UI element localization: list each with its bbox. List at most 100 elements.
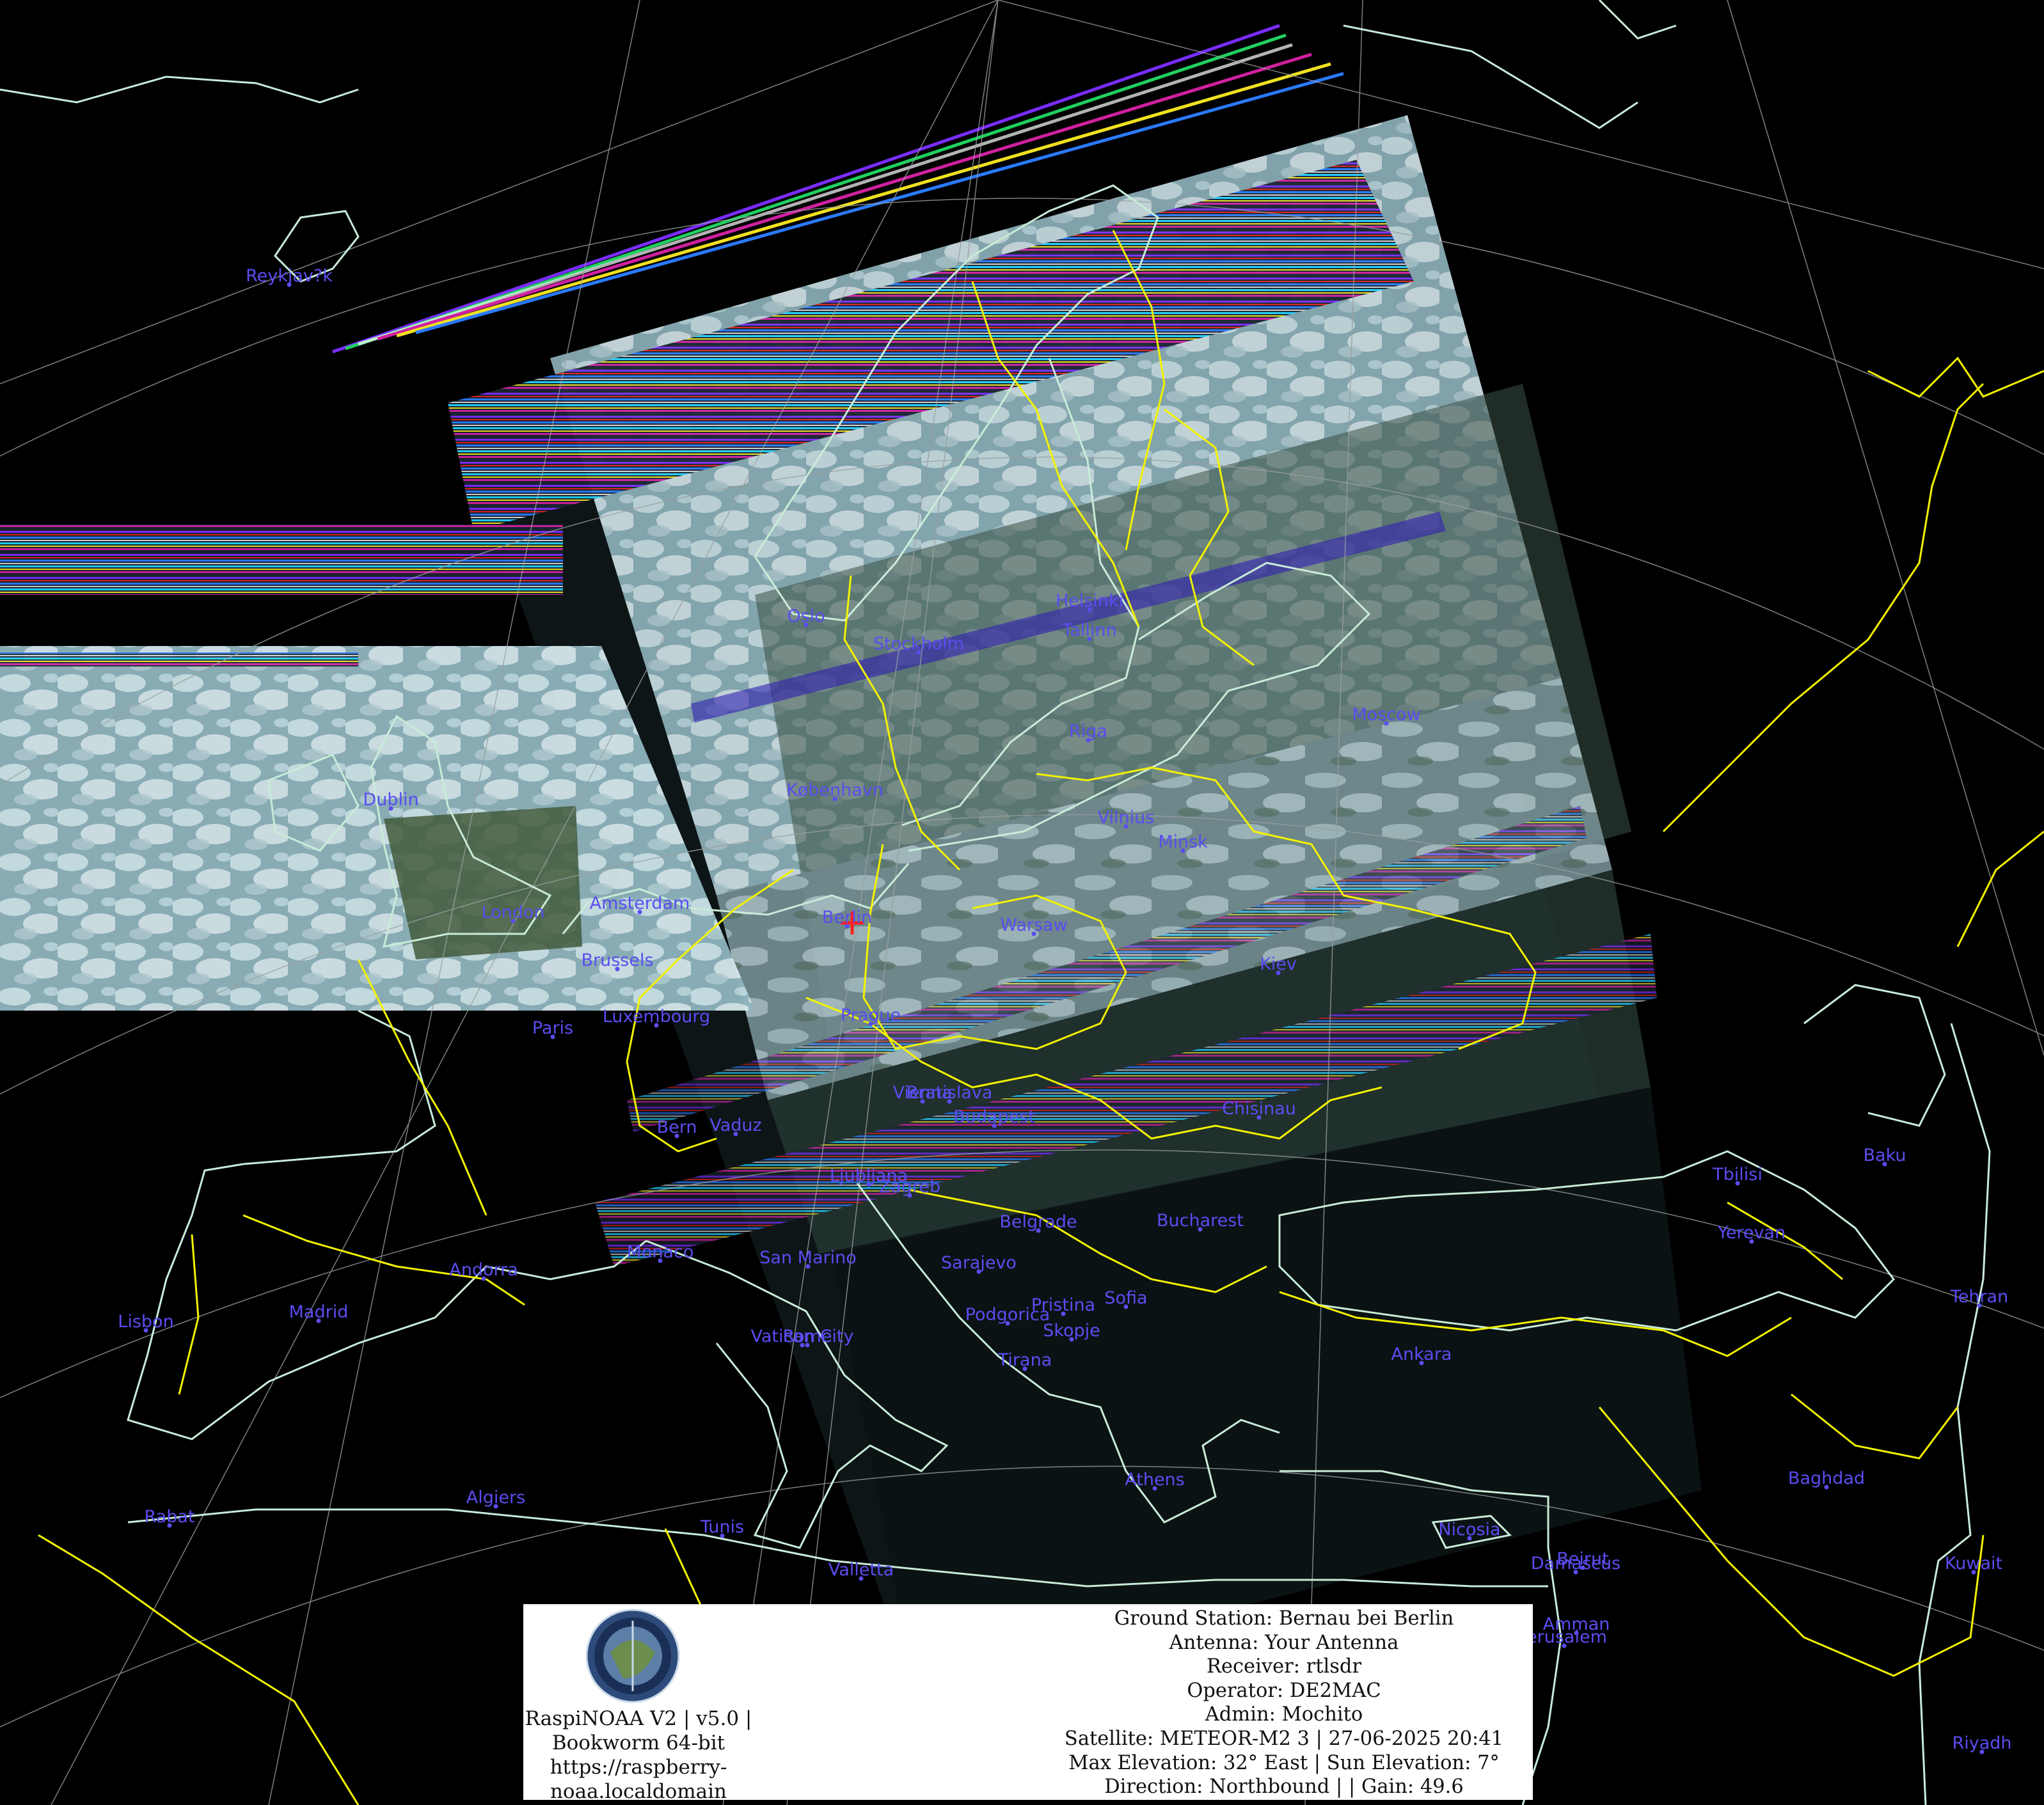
city-marker: Bucharest: [1157, 1211, 1244, 1232]
admin: Admin: Mochito: [1205, 1703, 1363, 1726]
city-marker: Berlin: [822, 908, 872, 929]
city-marker: Skopje: [1043, 1321, 1100, 1342]
city-label: Baghdad: [1788, 1469, 1865, 1488]
satellite-pass: Satellite: METEOR-M2 3 | 27-06-2025 20:4…: [1064, 1727, 1504, 1750]
city-label: Bern: [657, 1117, 697, 1137]
city-label: Chisinau: [1222, 1099, 1296, 1119]
city-label: Sarajevo: [941, 1253, 1017, 1273]
city-marker: Kuwait: [1945, 1554, 2002, 1575]
city-label: Skopje: [1043, 1321, 1100, 1341]
city-marker: Minsk: [1158, 832, 1208, 853]
city-marker: Tallinn: [1061, 620, 1117, 642]
city-marker: Nicosia: [1438, 1520, 1501, 1541]
city-label: Yerevan: [1717, 1223, 1786, 1243]
city-label: Nicosia: [1438, 1520, 1500, 1540]
city-marker: Prague: [841, 1005, 901, 1027]
city-marker: Tirana: [997, 1350, 1052, 1371]
software-line: Bookworm 64-bit: [551, 1731, 725, 1754]
ground-station: Ground Station: Bernau bei Berlin: [1114, 1607, 1454, 1630]
city-label: Algiers: [466, 1488, 525, 1508]
city-label: San Marino: [759, 1248, 856, 1268]
city-marker: San Marino: [759, 1248, 857, 1269]
city-label: Lisbon: [118, 1312, 173, 1332]
satellite-map: Reykjav?k Oslo Helsinki Tallinn Stockholm Mos…: [0, 0, 2044, 1805]
city-label: Kiev: [1260, 954, 1297, 974]
city-marker: Andorra: [449, 1260, 518, 1281]
city-marker: Baku: [1864, 1146, 1906, 1167]
city-marker: Tehran: [1950, 1287, 2008, 1308]
city-label: London: [482, 902, 545, 922]
city-label: Warsaw: [1000, 915, 1067, 935]
city-marker: Warsaw: [1000, 915, 1068, 936]
city-label: Bratislava: [907, 1083, 993, 1103]
city-marker: Bratislava: [907, 1083, 993, 1104]
elevation: Max Elevation: 32° East | Sun Elevation:…: [1068, 1751, 1500, 1774]
city-marker: Jerusalem: [1520, 1627, 1607, 1648]
city-label: Rome: [783, 1327, 832, 1346]
city-marker: Athens: [1125, 1470, 1185, 1491]
city-label: Tallinn: [1061, 620, 1116, 640]
city-marker: Yerevan: [1717, 1223, 1786, 1244]
city-label: Zagreb: [879, 1177, 940, 1197]
city-label: Brussels: [581, 950, 653, 970]
city-marker: Bern: [657, 1117, 697, 1139]
city-label: Amsterdam: [590, 894, 690, 913]
city-marker: København: [786, 780, 883, 801]
city-marker: Oslo: [787, 606, 825, 627]
city-marker: Madrid: [289, 1302, 349, 1323]
city-label: Athens: [1125, 1470, 1185, 1490]
city-marker: Stockholm: [873, 634, 964, 655]
city-label: Kuwait: [1945, 1554, 2002, 1573]
city-marker: Baghdad: [1788, 1469, 1865, 1490]
city-label: Oslo: [787, 606, 825, 626]
city-label: Podgorica: [965, 1305, 1050, 1325]
city-label: Bucharest: [1157, 1211, 1244, 1231]
city-marker: Belgrade: [999, 1212, 1077, 1233]
city-label: Budapest: [953, 1107, 1035, 1127]
city-marker: Monaco: [627, 1242, 693, 1263]
city-marker: Lisbon: [118, 1312, 174, 1333]
city-label: Prague: [841, 1005, 901, 1025]
info-panel: RaspiNOAA V2 | v5.0 | Bookworm 64-bit ht…: [523, 1604, 1533, 1803]
city-label: Valletta: [828, 1560, 894, 1580]
software-line: https://raspberry-: [550, 1756, 727, 1779]
city-marker: Sofia: [1104, 1288, 1148, 1309]
city-marker: Zagreb: [879, 1177, 940, 1198]
city-marker: Vaduz: [709, 1115, 762, 1137]
city-label: Sofia: [1104, 1288, 1147, 1308]
city-label: Dublin: [363, 790, 418, 810]
software-info: RaspiNOAA V2 | v5.0 | Bookworm 64-bit ht…: [523, 1706, 754, 1804]
receiver: Receiver: rtlsdr: [1206, 1655, 1362, 1678]
software-line: noaa.localdomain: [550, 1780, 727, 1803]
city-marker: Brussels: [581, 950, 654, 972]
city-marker: Dublin: [363, 790, 419, 811]
city-label: Paris: [532, 1018, 573, 1038]
city-marker: Sarajevo: [941, 1253, 1017, 1274]
city-label: Jerusalem: [1520, 1627, 1607, 1647]
city-marker: Valletta: [828, 1560, 894, 1581]
city-label: Tirana: [997, 1350, 1052, 1370]
city-label: Minsk: [1158, 832, 1208, 852]
city-label: Helsinki: [1056, 591, 1123, 611]
city-marker: Riga: [1069, 721, 1107, 743]
city-label: Belgrade: [999, 1212, 1077, 1232]
city-label: Tbilisi: [1712, 1165, 1763, 1185]
city-marker: Luxembourg: [603, 1007, 710, 1028]
antenna: Antenna: Your Antenna: [1169, 1631, 1399, 1654]
city-label: Rabat: [145, 1507, 195, 1527]
city-label: Moscow: [1352, 705, 1420, 725]
city-label: København: [786, 780, 883, 800]
city-marker: Tbilisi: [1712, 1165, 1763, 1186]
city-label: Ankara: [1391, 1344, 1452, 1364]
logo-icon: [585, 1609, 680, 1703]
pass-details: Ground Station: Bernau bei Berlin Antenn…: [1035, 1607, 1533, 1799]
city-marker: Ankara: [1391, 1344, 1452, 1366]
city-marker: London: [482, 902, 545, 924]
city-marker: Rabat: [145, 1507, 195, 1528]
city-label: Tehran: [1950, 1287, 2008, 1307]
city-label: Madrid: [289, 1302, 349, 1322]
city-label: Baku: [1864, 1146, 1906, 1165]
city-label: Riga: [1069, 721, 1107, 741]
city-marker: Rome: [783, 1327, 832, 1348]
city-label: Andorra: [449, 1260, 518, 1280]
